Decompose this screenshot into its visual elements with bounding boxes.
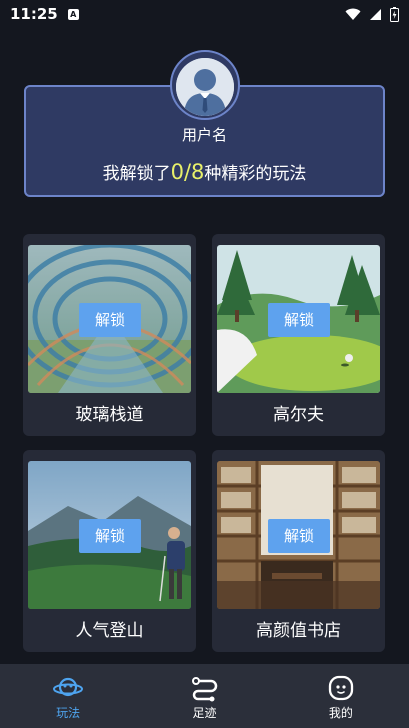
card-label: 玻璃栈道 — [75, 405, 144, 425]
cellular-signal-icon — [370, 8, 381, 20]
nav-item-mine[interactable]: 我的 — [273, 664, 409, 728]
wifi-icon — [345, 8, 361, 20]
card-glass-walkway[interactable]: 解锁 玻璃栈道 — [23, 234, 196, 436]
nav-item-play[interactable]: 玩法 — [0, 664, 136, 728]
unlock-suffix: 种精彩的玩法 — [204, 164, 307, 184]
card-bookstore[interactable]: 解锁 高颜值书店 — [212, 450, 385, 652]
bottom-nav: 玩法 足迹 我的 — [0, 664, 409, 728]
unlock-button[interactable]: 解锁 — [268, 519, 330, 553]
notification-app-icon: A — [67, 8, 79, 20]
user-avatar-icon — [176, 58, 234, 116]
nav-label: 足迹 — [192, 706, 217, 720]
unlock-prefix: 我解锁了 — [102, 164, 171, 184]
nav-item-footprint[interactable]: 足迹 — [136, 664, 272, 728]
nav-label: 我的 — [328, 706, 353, 720]
card-golf[interactable]: 解锁 高尔夫 — [212, 234, 385, 436]
card-label: 人气登山 — [75, 621, 144, 641]
status-indicators — [345, 6, 399, 22]
unlock-button[interactable]: 解锁 — [268, 303, 330, 337]
unlock-button[interactable]: 解锁 — [79, 519, 141, 553]
avatar[interactable] — [176, 58, 234, 116]
unlock-button[interactable]: 解锁 — [79, 303, 141, 337]
card-label: 高尔夫 — [273, 405, 324, 425]
card-hiking[interactable]: 解锁 人气登山 — [23, 450, 196, 652]
route-icon — [192, 677, 218, 702]
card-label: 高颜值书店 — [256, 621, 341, 641]
status-bar: 11:25 A — [0, 0, 409, 28]
unlock-count: 0/8 — [170, 160, 205, 184]
username: 用户名 — [181, 126, 227, 144]
battery-icon — [390, 6, 399, 22]
status-time: 11:25 — [10, 5, 58, 23]
planet-icon — [53, 677, 84, 697]
unlock-progress-text: 我解锁了0/8种精彩的玩法 — [24, 159, 385, 184]
nav-label: 玩法 — [56, 706, 81, 720]
face-icon — [328, 675, 353, 701]
